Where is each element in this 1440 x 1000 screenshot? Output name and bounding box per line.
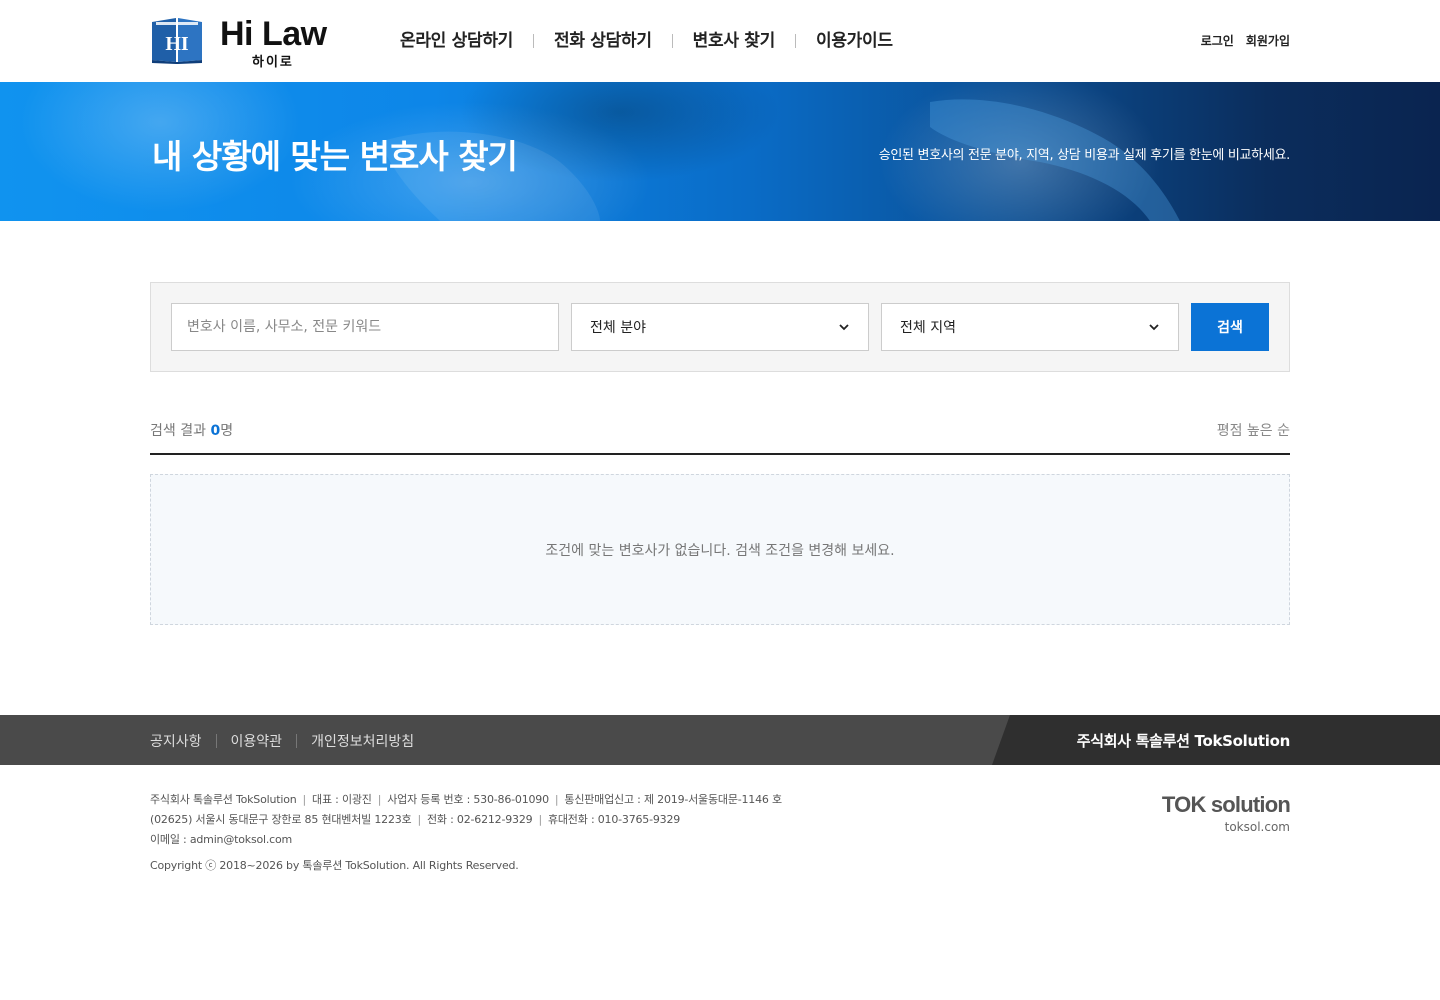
tok-logo-text: TOK solution <box>1161 792 1291 817</box>
info-ecommerce-number: 통신판매업신고 : 제 2019-서울동대문-1146 호 <box>564 793 782 806</box>
info-company: 주식회사 톡솔루션 TokSolution <box>150 793 297 806</box>
keyword-search-input[interactable] <box>171 303 559 351</box>
info-ceo: 대표 : 이광진 <box>312 793 372 806</box>
page-banner: 내 상황에 맞는 변호사 찾기 승인된 변호사의 전문 분야, 지역, 상담 비… <box>0 82 1440 221</box>
logo-emblem-text: HI <box>165 33 189 55</box>
field-select[interactable]: 전체 분야 <box>571 303 869 351</box>
banner-description: 승인된 변호사의 전문 분야, 지역, 상담 비용과 실제 후기를 한눈에 비교… <box>878 148 1291 163</box>
empty-result-message: 조건에 맞는 변호사가 없습니다. 검색 조건을 변경해 보세요. <box>545 542 895 559</box>
site-logo[interactable]: HI Hi Law 하이로 <box>150 15 332 70</box>
footer-link-notice[interactable]: 공지사항 <box>150 731 216 751</box>
login-link[interactable]: 로그인 <box>1201 32 1234 49</box>
footer-company-name: 주식회사 톡솔루션 TokSolution <box>1076 732 1291 750</box>
footer-link-privacy[interactable]: 개인정보처리방침 <box>297 731 428 751</box>
region-select-value: 전체 지역 <box>900 320 956 336</box>
footer-info-line: (02625) 서울시 동대문구 장한로 85 현대벤처빌 1223호 | 전화 :… <box>150 813 681 826</box>
info-phone: 전화 : 02-6212-9329 <box>426 813 533 826</box>
nav-find-lawyer[interactable]: 변호사 찾기 <box>673 29 795 53</box>
empty-result-box: 조건에 맞는 변호사가 없습니다. 검색 조건을 변경해 보세요. <box>150 474 1290 625</box>
search-panel: 전체 분야 전체 지역 검색 <box>150 282 1290 372</box>
toksolution-logo: TOK solution toksol.com <box>1161 792 1291 834</box>
chevron-down-icon <box>1149 324 1159 331</box>
logo-title: Hi Law <box>220 15 327 53</box>
main-nav: 온라인 상담하기 전화 상담하기 변호사 찾기 이용가이드 <box>380 29 913 53</box>
tok-url: toksol.com <box>1224 820 1290 834</box>
logo-text: Hi Law 하이로 <box>220 15 332 70</box>
footer-link-terms[interactable]: 이용약관 <box>217 731 297 751</box>
footer-info-line: 주식회사 톡솔루션 TokSolution | 대표 : 이광진 | 사업자 등록 번호… <box>150 793 782 806</box>
footer-bar: 공지사항 이용약관 개인정보처리방침 주식회사 톡솔루션 TokSolution <box>0 715 1440 765</box>
result-header: 검색 결과 0명 평점 높은 순 <box>150 420 1290 455</box>
info-email: 이메일 : admin@toksol.com <box>150 833 293 846</box>
site-header: HI Hi Law 하이로 온라인 상담하기 전화 상담하기 변호사 찾기 이용… <box>0 0 1440 82</box>
info-business-number: 사업자 등록 번호 : 530-86-01090 <box>387 793 549 806</box>
chevron-down-icon <box>839 324 849 331</box>
info-mobile: 휴대전화 : 010-3765-9329 <box>547 813 681 826</box>
logo-subtitle: 하이로 <box>252 55 294 70</box>
result-count-unit: 명 <box>220 423 234 439</box>
result-count-label: 검색 결과 <box>150 423 206 439</box>
nav-online-consult[interactable]: 온라인 상담하기 <box>380 29 533 53</box>
signup-link[interactable]: 회원가입 <box>1246 32 1290 49</box>
page-title: 내 상황에 맞는 변호사 찾기 <box>152 137 518 176</box>
copyright: Copyright ⓒ 2018~2026 by 톡솔루션 TokSolutio… <box>150 859 519 872</box>
footer-links: 공지사항 이용약관 개인정보처리방침 <box>150 731 428 751</box>
sort-option[interactable]: 평점 높은 순 <box>1217 420 1290 440</box>
book-emblem-icon: HI <box>150 16 204 64</box>
region-select[interactable]: 전체 지역 <box>881 303 1179 351</box>
nav-guide[interactable]: 이용가이드 <box>796 29 913 53</box>
field-select-value: 전체 분야 <box>590 320 646 336</box>
result-count: 검색 결과 0명 <box>150 420 233 440</box>
result-count-number: 0 <box>210 423 221 439</box>
util-menu: 로그인 회원가입 <box>1201 32 1290 49</box>
footer-company-info: 주식회사 톡솔루션 TokSolution | 대표 : 이광진 | 사업자 등록 번호… <box>150 790 782 876</box>
search-button[interactable]: 검색 <box>1191 303 1269 351</box>
nav-phone-consult[interactable]: 전화 상담하기 <box>534 29 672 53</box>
info-address: (02625) 서울시 동대문구 장한로 85 현대벤처빌 1223호 <box>150 813 412 826</box>
